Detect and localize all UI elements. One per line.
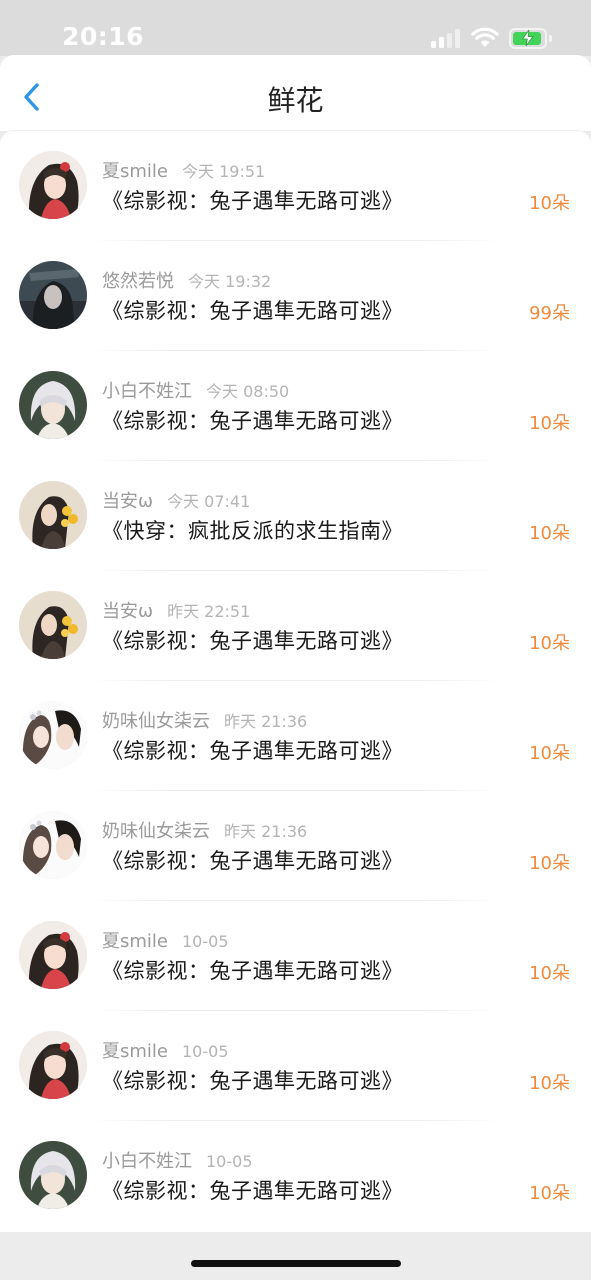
list-item[interactable]: 当安ω 今天 07:41 《快穿：疯批反派的求生指南》 10朵	[0, 461, 591, 571]
list-item[interactable]: 奶味仙女柒云 昨天 21:36 《综影视：兔子遇隼无路可逃》 10朵	[0, 681, 591, 791]
user-name[interactable]: 夏smile	[102, 1041, 168, 1062]
book-title[interactable]: 《综影视：兔子遇隼无路可逃》	[102, 1065, 403, 1095]
flower-amount: 10朵	[529, 413, 570, 434]
book-title[interactable]: 《综影视：兔子遇隼无路可逃》	[102, 1175, 403, 1205]
user-name[interactable]: 当安ω	[102, 601, 153, 622]
gift-meta: 夏smile 今天 19:51	[102, 157, 266, 182]
list-item[interactable]: 当安ω 昨天 22:51 《综影视：兔子遇隼无路可逃》 10朵	[0, 571, 591, 681]
book-title[interactable]: 《综影视：兔子遇隼无路可逃》	[102, 955, 403, 985]
battery-cap	[549, 35, 552, 42]
gift-time: 今天 08:50	[206, 382, 290, 401]
nav-bar: 鲜花	[0, 55, 591, 131]
list-item[interactable]: 夏smile 10-05 《综影视：兔子遇隼无路可逃》 10朵	[0, 901, 591, 1011]
gift-time: 10-05	[182, 1042, 229, 1061]
cellular-signal-icon	[431, 28, 463, 48]
user-name[interactable]: 夏smile	[102, 161, 168, 182]
flower-amount: 99朵	[529, 303, 570, 324]
status-bar: 20:16	[0, 0, 591, 56]
flower-amount: 10朵	[529, 633, 570, 654]
gift-meta: 当安ω 昨天 22:51	[102, 597, 251, 622]
gift-time: 10-05	[206, 1152, 253, 1171]
user-name[interactable]: 奶味仙女柒云	[102, 711, 210, 732]
book-title[interactable]: 《综影视：兔子遇隼无路可逃》	[102, 185, 403, 215]
book-title[interactable]: 《快穿：疯批反派的求生指南》	[102, 515, 403, 545]
gift-meta: 小白不姓江 10-05	[102, 1147, 253, 1172]
avatar[interactable]	[19, 481, 87, 549]
flower-amount: 10朵	[529, 523, 570, 544]
flower-gift-list: 夏smile 今天 19:51 《综影视：兔子遇隼无路可逃》 10朵 悠然若悦 今天 19…	[0, 130, 591, 1232]
list-item[interactable]: 小白不姓江 今天 08:50 《综影视：兔子遇隼无路可逃》 10朵	[0, 351, 591, 461]
flower-amount: 10朵	[529, 193, 570, 214]
avatar[interactable]	[19, 371, 87, 439]
list-item[interactable]: 夏smile 今天 19:51 《综影视：兔子遇隼无路可逃》 10朵	[0, 131, 591, 241]
avatar[interactable]	[19, 701, 87, 769]
gift-meta: 当安ω 今天 07:41	[102, 487, 251, 512]
avatar[interactable]	[19, 1031, 87, 1099]
gift-meta: 小白不姓江 今天 08:50	[102, 377, 290, 402]
list-item[interactable]: 悠然若悦 今天 19:32 《综影视：兔子遇隼无路可逃》 99朵	[0, 241, 591, 351]
gift-time: 今天 07:41	[167, 492, 251, 511]
user-name[interactable]: 当安ω	[102, 491, 153, 512]
flower-amount: 10朵	[529, 1073, 570, 1094]
home-indicator[interactable]	[191, 1260, 401, 1267]
avatar[interactable]	[19, 591, 87, 659]
flower-amount: 10朵	[529, 743, 570, 764]
gift-time: 今天 19:51	[182, 162, 266, 181]
list-item[interactable]: 奶味仙女柒云 昨天 21:36 《综影视：兔子遇隼无路可逃》 10朵	[0, 791, 591, 901]
gift-time: 昨天 21:36	[224, 822, 308, 841]
user-name[interactable]: 奶味仙女柒云	[102, 821, 210, 842]
user-name[interactable]: 小白不姓江	[102, 381, 192, 402]
book-title[interactable]: 《综影视：兔子遇隼无路可逃》	[102, 625, 403, 655]
book-title[interactable]: 《综影视：兔子遇隼无路可逃》	[102, 735, 403, 765]
list-item[interactable]: 小白不姓江 10-05 《综影视：兔子遇隼无路可逃》 10朵	[0, 1121, 591, 1231]
gift-meta: 奶味仙女柒云 昨天 21:36	[102, 817, 308, 842]
page-title: 鲜花	[267, 84, 324, 117]
flower-amount: 10朵	[529, 1183, 570, 1204]
book-title[interactable]: 《综影视：兔子遇隼无路可逃》	[102, 845, 403, 875]
gift-meta: 悠然若悦 今天 19:32	[102, 267, 272, 292]
user-name[interactable]: 悠然若悦	[102, 271, 174, 292]
avatar[interactable]	[19, 811, 87, 879]
book-title[interactable]: 《综影视：兔子遇隼无路可逃》	[102, 405, 403, 435]
avatar[interactable]	[19, 151, 87, 219]
gift-meta: 奶味仙女柒云 昨天 21:36	[102, 707, 308, 732]
status-time: 20:16	[62, 22, 145, 51]
gift-time: 今天 19:32	[188, 272, 272, 291]
user-name[interactable]: 夏smile	[102, 931, 168, 952]
avatar[interactable]	[19, 921, 87, 989]
avatar[interactable]	[19, 261, 87, 329]
gift-time: 昨天 22:51	[167, 602, 251, 621]
flower-amount: 10朵	[529, 963, 570, 984]
charging-bolt-icon	[521, 29, 534, 47]
gift-meta: 夏smile 10-05	[102, 1037, 229, 1062]
book-title[interactable]: 《综影视：兔子遇隼无路可逃》	[102, 295, 403, 325]
gift-time: 昨天 21:36	[224, 712, 308, 731]
wifi-icon	[471, 27, 499, 47]
gift-time: 10-05	[182, 932, 229, 951]
list-item[interactable]: 夏smile 10-05 《综影视：兔子遇隼无路可逃》 10朵	[0, 1011, 591, 1121]
gift-meta: 夏smile 10-05	[102, 927, 229, 952]
flower-amount: 10朵	[529, 853, 570, 874]
home-indicator-area	[0, 1232, 591, 1280]
user-name[interactable]: 小白不姓江	[102, 1151, 192, 1172]
avatar[interactable]	[19, 1141, 87, 1209]
